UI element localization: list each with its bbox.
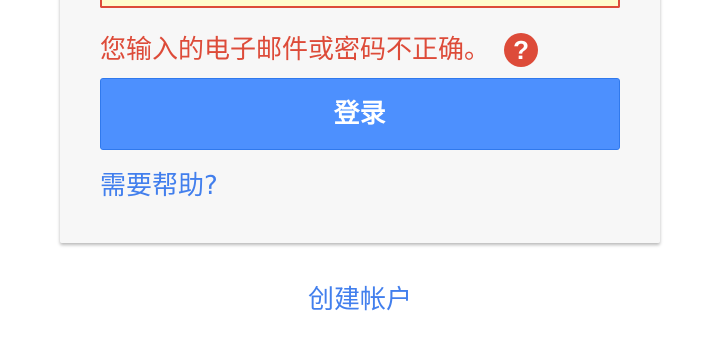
help-icon[interactable]: ? xyxy=(504,33,539,67)
login-page: 您输入的电子邮件或密码不正确。 ? 登录 需要帮助? 创建帐户 xyxy=(0,0,720,350)
login-card: 您输入的电子邮件或密码不正确。 ? 登录 需要帮助? xyxy=(60,0,660,243)
password-input[interactable] xyxy=(100,0,620,8)
signin-button[interactable]: 登录 xyxy=(100,78,620,150)
error-message-row: 您输入的电子邮件或密码不正确。 ? xyxy=(100,30,539,70)
create-account-link[interactable]: 创建帐户 xyxy=(0,282,720,318)
error-message: 您输入的电子邮件或密码不正确。 xyxy=(100,35,491,65)
need-help-link[interactable]: 需要帮助? xyxy=(100,168,218,204)
